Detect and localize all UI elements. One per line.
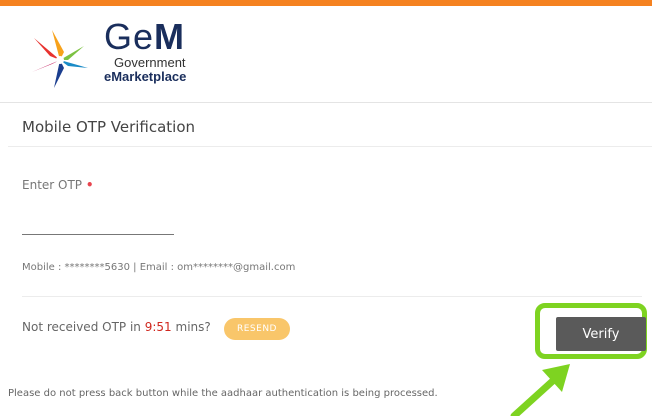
gem-logo-icon — [32, 30, 88, 88]
otp-countdown: 9:51 — [144, 320, 172, 334]
page-title: Mobile OTP Verification — [22, 118, 196, 136]
brand-name: GeM — [104, 16, 186, 57]
site-header: GeM Government eMarketplace — [0, 6, 652, 103]
brand-line-government: Government — [114, 55, 186, 70]
otp-label: Enter OTP • — [22, 178, 94, 192]
resend-button[interactable]: RESEND — [224, 318, 290, 340]
row-divider — [22, 296, 642, 297]
otp-input[interactable] — [22, 212, 174, 235]
brand-line-emarketplace: eMarketplace — [104, 69, 187, 84]
title-divider — [8, 146, 652, 147]
arrow-up-right-icon — [510, 364, 570, 416]
processing-notice: Please do not press back button while th… — [8, 388, 438, 399]
verify-button[interactable]: Verify — [556, 317, 646, 351]
brand-logo-text: GeM Government eMarketplace — [104, 18, 186, 84]
contact-info: Mobile : ********5630 | Email : om******… — [22, 262, 296, 273]
otp-timer-text: Not received OTP in 9:51 mins? — [22, 320, 211, 334]
required-marker: • — [85, 178, 94, 192]
